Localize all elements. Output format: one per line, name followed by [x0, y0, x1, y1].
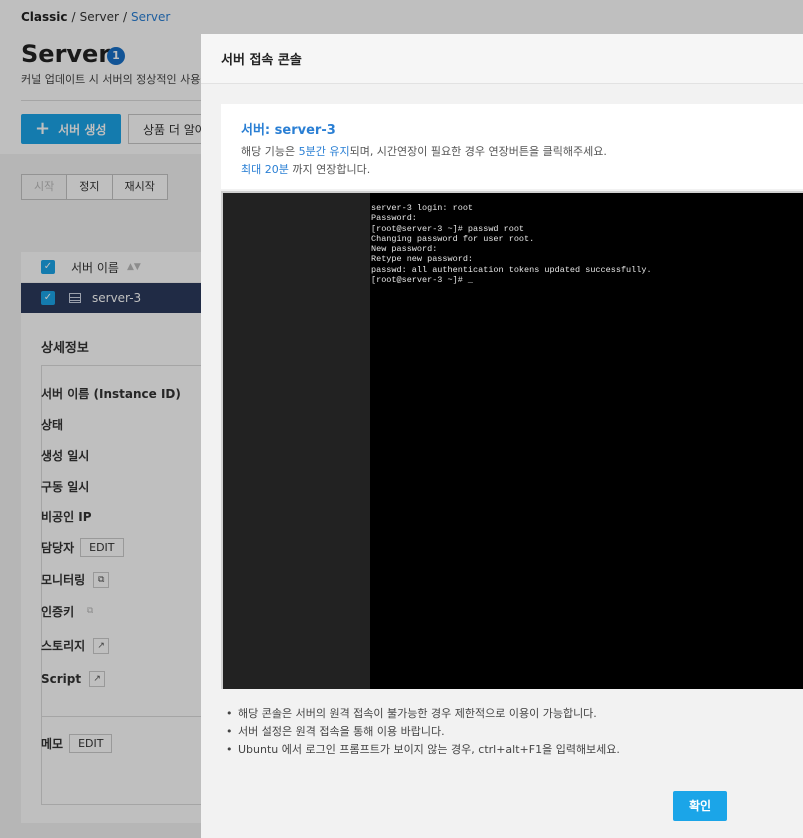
console-screen[interactable]: server-3 login: root Password: [root@serve… — [221, 191, 803, 689]
modal-title: 서버 접속 콘솔 — [221, 53, 302, 68]
confirm-button[interactable]: 확인 — [673, 791, 727, 821]
note-item: 해당 콘솔은 서버의 원격 접속이 불가능한 경우 제한적으로 이용이 가능합니… — [223, 707, 620, 721]
modal-header: 서버 접속 콘솔 — [201, 34, 803, 84]
console-output: server-3 login: root Password: [root@serve… — [371, 203, 652, 285]
console-notes: 해당 콘솔은 서버의 원격 접속이 불가능한 경우 제한적으로 이용이 가능합니… — [223, 707, 620, 761]
max-extension: 최대 20분 — [241, 163, 289, 176]
console-line: Changing password for user root. — [371, 233, 535, 244]
session-info-line: 해당 기능은 5분간 유지되며, 시간연장이 필요한 경우 연장버튼을 클릭해주… — [241, 145, 607, 158]
console-line: Retype new password: — [371, 254, 474, 265]
console-line: server-3 login: root — [371, 203, 474, 213]
console-line: [root@server-3 ~]# _ — [371, 275, 474, 286]
note-item: 서버 설정은 원격 접속을 통해 이용 바랍니다. — [223, 725, 620, 739]
console-info-card: 서버: server-3 해당 기능은 5분간 유지되며, 시간연장이 필요한 … — [221, 104, 803, 189]
note-item: Ubuntu 에서 로그인 프롬프트가 보이지 않는 경우, ctrl+alt+… — [223, 743, 620, 757]
console-gutter — [223, 193, 370, 689]
console-server-label: 서버: server-3 — [241, 123, 336, 138]
console-modal: 서버 접속 콘솔 서버: server-3 해당 기능은 5분간 유지되며, 시… — [201, 34, 803, 838]
console-line: [root@server-3 ~]# passwd root — [371, 223, 525, 234]
console-line: Password: — [371, 213, 417, 224]
extension-info-line: 최대 20분 까지 연장합니다. — [241, 163, 371, 176]
console-line: New password: — [371, 244, 438, 255]
console-line: passwd: all authentication tokens update… — [371, 264, 652, 275]
session-duration: 5분간 유지 — [298, 145, 350, 158]
